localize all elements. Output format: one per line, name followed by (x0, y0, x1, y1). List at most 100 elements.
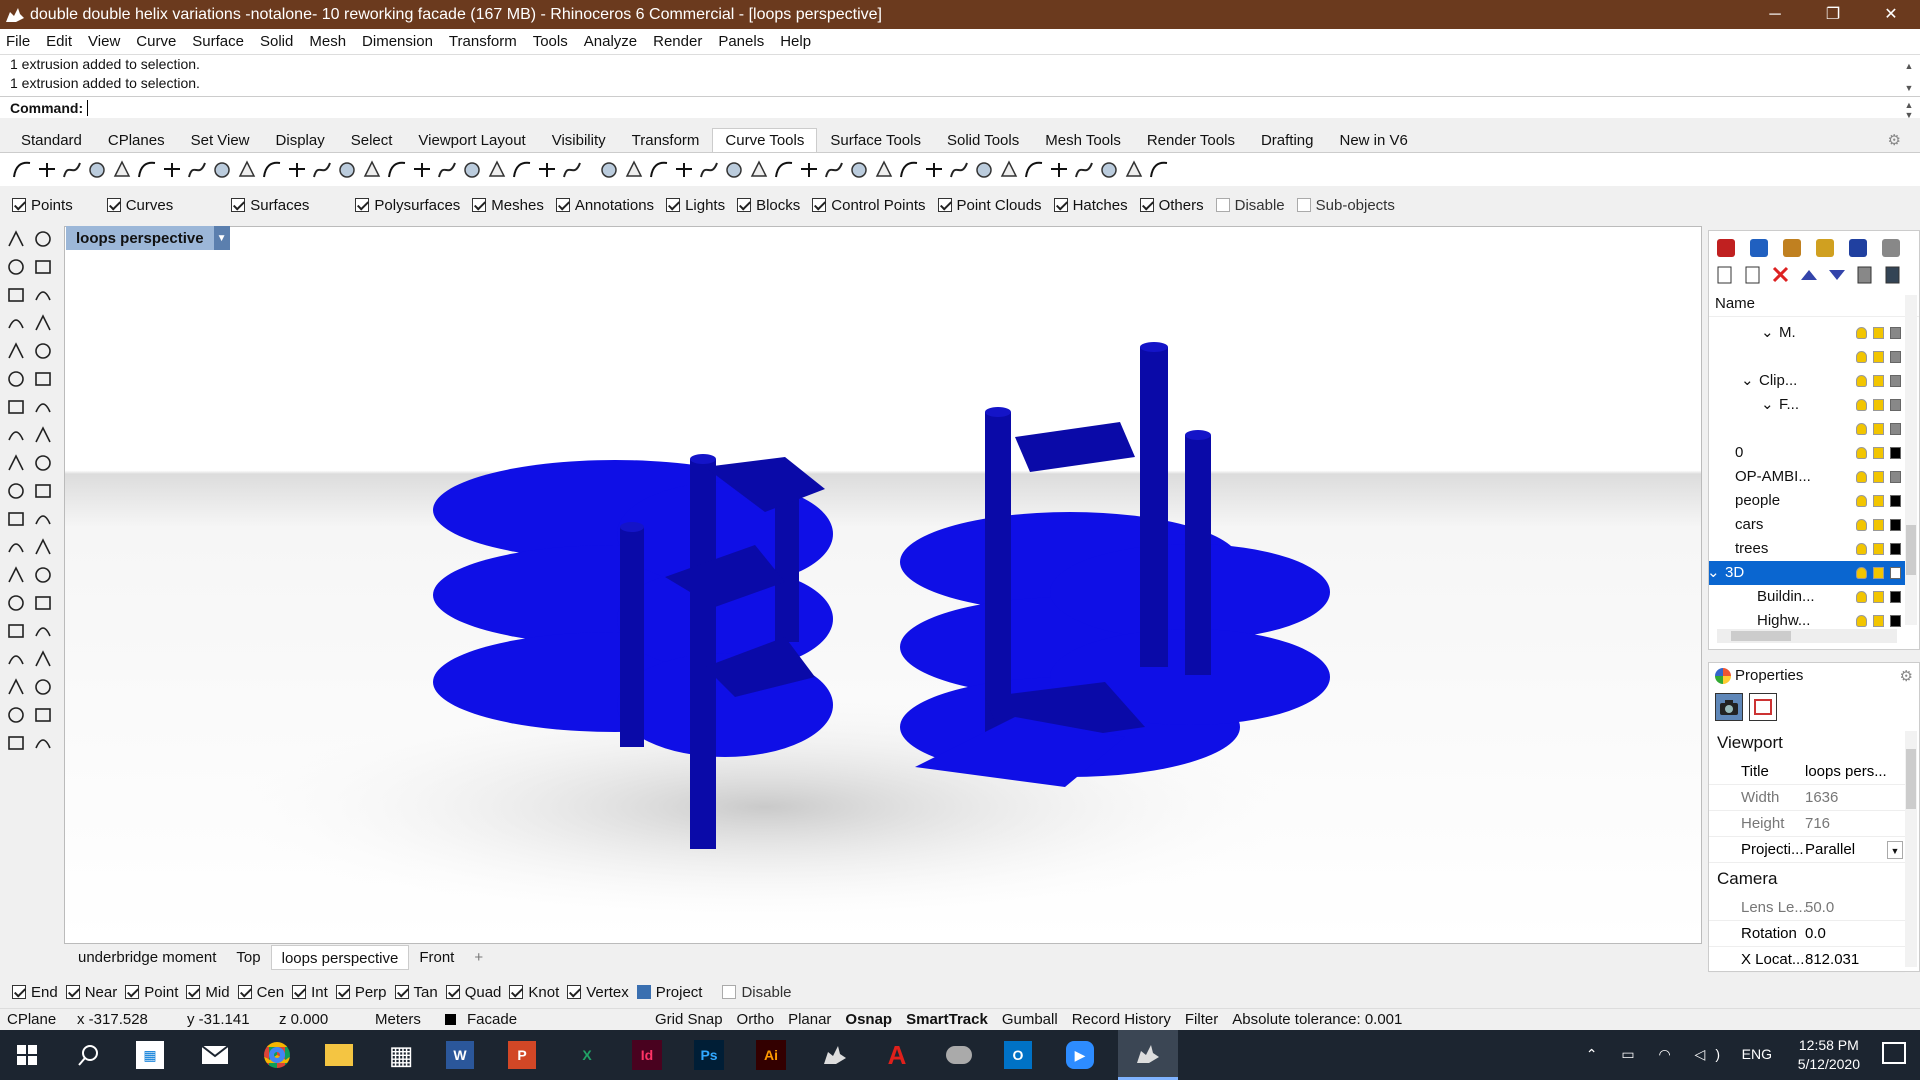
layer-action-icon[interactable] (1745, 266, 1760, 284)
curve-tool-icon[interactable] (563, 162, 581, 178)
illustrator-icon[interactable]: Ai (756, 1040, 786, 1070)
status-grid-snap[interactable]: Grid Snap (648, 1011, 730, 1028)
layer-expand-chevron-icon[interactable]: ⌄ (1761, 393, 1774, 417)
curve-tool-icon[interactable] (238, 160, 256, 177)
layer-action-icon[interactable] (1801, 270, 1817, 280)
filter-others[interactable]: Others (1139, 197, 1204, 214)
viewport-canvas[interactable] (64, 226, 1702, 944)
layer-action-icon[interactable] (1717, 266, 1732, 284)
layer-row[interactable]: ⌄ Clip... (1709, 369, 1905, 393)
status-record-history[interactable]: Record History (1065, 1011, 1178, 1028)
chrome-icon[interactable] (260, 1038, 294, 1072)
restore-button[interactable]: ❐ (1804, 0, 1862, 29)
curve-tool-icon[interactable] (214, 162, 230, 178)
filter-meshes[interactable]: Meshes (472, 197, 544, 214)
command-line[interactable]: Command: ▲ ▼ (0, 96, 1920, 120)
layer-row[interactable]: ⌄ F... (1709, 393, 1905, 417)
filter-point-clouds[interactable]: Point Clouds (937, 197, 1042, 214)
tab-mesh-tools[interactable]: Mesh Tools (1032, 128, 1134, 152)
layer-visibility-bulb-icon[interactable] (1856, 567, 1867, 579)
layer-color-swatch[interactable] (1890, 543, 1901, 555)
properties-scrollbar[interactable] (1905, 731, 1917, 967)
powerpoint-icon[interactable]: P (508, 1041, 536, 1069)
layer-row[interactable]: OP-AMBI... (1709, 465, 1905, 489)
curve-tool-icon[interactable] (363, 160, 381, 177)
osnap-disable[interactable]: Disable (722, 984, 792, 1001)
search-icon[interactable] (72, 1038, 106, 1072)
property-value[interactable]: Parallel (1805, 837, 1855, 863)
left-tool-icon[interactable] (35, 708, 51, 722)
osnap-quad[interactable]: Quad (445, 984, 501, 1001)
menu-dimension[interactable]: Dimension (362, 33, 433, 50)
left-tool-icon[interactable] (35, 538, 51, 555)
layer-lock-icon[interactable] (1873, 447, 1884, 459)
photoshop-icon[interactable]: Ps (694, 1040, 724, 1070)
curve-tool-icon[interactable] (438, 162, 456, 178)
layer-visibility-bulb-icon[interactable] (1856, 495, 1867, 507)
curve-tool-icon[interactable] (650, 161, 668, 178)
tab-display[interactable]: Display (263, 128, 338, 152)
left-tool-icon[interactable] (35, 403, 51, 413)
minimize-button[interactable]: ─ (1746, 0, 1804, 29)
menu-help[interactable]: Help (780, 33, 811, 50)
menu-analyze[interactable]: Analyze (584, 33, 637, 50)
curve-tool-icon[interactable] (726, 162, 742, 178)
toolbar-settings-gear-icon[interactable]: ⚙ (1875, 128, 1914, 152)
left-tool-icon[interactable] (8, 342, 24, 359)
layer-lock-icon[interactable] (1873, 423, 1884, 435)
layer-row[interactable]: cars (1709, 513, 1905, 537)
command-spin-icon[interactable]: ▲ ▼ (1902, 100, 1916, 120)
layer-row[interactable]: 0 (1709, 441, 1905, 465)
curve-tool-icon[interactable] (700, 162, 718, 178)
curve-tool-icon[interactable] (313, 162, 331, 178)
clock[interactable]: 12:58 PM 5/12/2020 (1798, 1036, 1860, 1074)
osnap-cen[interactable]: Cen (237, 984, 284, 1001)
status-smarttrack[interactable]: SmartTrack (899, 1011, 995, 1028)
layer-color-swatch[interactable] (1890, 591, 1901, 603)
property-value[interactable]: loops pers... (1805, 759, 1887, 785)
status-cplane[interactable]: CPlane (0, 1011, 70, 1028)
curve-tool-icon[interactable] (164, 163, 180, 177)
filter-disable[interactable]: Disable (1215, 197, 1285, 214)
menu-panels[interactable]: Panels (718, 33, 764, 50)
layer-action-icon[interactable] (1857, 266, 1872, 284)
curve-tool-icon[interactable] (676, 163, 692, 177)
layer-color-swatch[interactable] (1890, 423, 1901, 435)
curve-tool-icon[interactable] (625, 160, 643, 177)
panel-tab-icon[interactable] (1882, 239, 1900, 257)
layer-color-swatch[interactable] (1890, 375, 1901, 387)
layer-lock-icon[interactable] (1873, 591, 1884, 603)
left-tool-icon[interactable] (35, 343, 51, 359)
layer-lock-icon[interactable] (1873, 471, 1884, 483)
left-tool-icon[interactable] (8, 483, 24, 499)
osnap-project[interactable]: Project (636, 984, 702, 1001)
left-tool-icon[interactable] (35, 455, 51, 471)
curve-tool-icon[interactable] (138, 161, 156, 178)
tab-surface-tools[interactable]: Surface Tools (817, 128, 934, 152)
layer-lock-icon[interactable] (1873, 399, 1884, 411)
curve-tool-icon[interactable] (1051, 163, 1067, 177)
osnap-near[interactable]: Near (65, 984, 117, 1001)
left-tool-icon[interactable] (8, 543, 24, 553)
tab-visibility[interactable]: Visibility (539, 128, 619, 152)
layer-expand-chevron-icon[interactable]: ⌄ (1707, 561, 1720, 585)
rhino-active-icon[interactable] (1118, 1030, 1178, 1080)
left-tool-icon[interactable] (35, 260, 51, 274)
mail-icon[interactable] (198, 1038, 232, 1072)
curve-tool-icon[interactable] (89, 162, 105, 178)
property-value[interactable]: 50.0 (1805, 895, 1834, 921)
left-tool-icon[interactable] (35, 314, 51, 331)
layer-lock-icon[interactable] (1873, 495, 1884, 507)
scroll-up-icon[interactable]: ▲ (1902, 57, 1916, 76)
left-tool-icon[interactable] (8, 371, 24, 387)
command-input[interactable] (87, 99, 89, 116)
curve-tool-icon[interactable] (1025, 161, 1043, 178)
left-tool-icon[interactable] (8, 288, 24, 302)
file-explorer-icon[interactable] (322, 1038, 356, 1072)
filter-curves[interactable]: Curves (106, 197, 173, 214)
camera-icon[interactable] (1715, 693, 1743, 721)
zoom-icon[interactable]: ▶ (1066, 1041, 1094, 1069)
property-row[interactable]: Width 1636 (1709, 785, 1905, 811)
curve-tool-icon[interactable] (464, 162, 480, 178)
layer-panel-toolbar[interactable] (1709, 235, 1920, 291)
